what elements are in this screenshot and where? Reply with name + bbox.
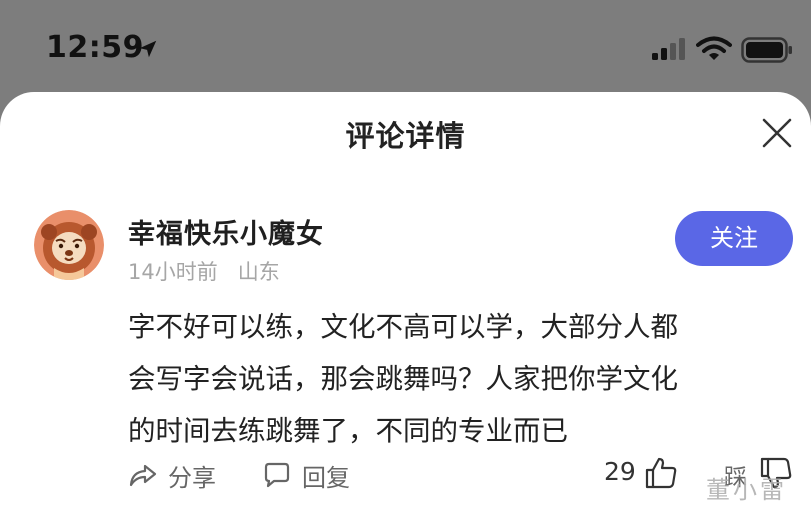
comment-time: 14小时前 [128,260,218,284]
like-count: 29 [604,457,636,486]
comment-icon [264,462,290,488]
sheet-title: 评论详情 [345,119,466,153]
status-time: 12:59 [46,30,144,65]
status-bar: 12:59 [0,0,811,92]
comment-text: 字不好可以练，文化不高可以学，大部分人都 会写字会说话，那会跳舞吗？人家把你学文… [128,301,798,457]
signal-icon [652,38,685,60]
comment-meta: 14小时前 山东 [128,256,280,286]
share-icon [129,464,157,487]
wifi-icon [696,36,732,60]
close-icon[interactable] [757,113,797,153]
comment-text-line: 字不好可以练，文化不高可以学，大部分人都 [128,311,678,343]
comment-location: 山东 [237,260,280,284]
comment-username[interactable]: 幸福快乐小魔女 [128,212,324,251]
reply-button[interactable]: 回复 [262,456,350,494]
share-button[interactable]: 分享 [128,456,216,494]
location-arrow-icon [139,40,157,58]
watermark: 董小雷 [706,476,787,504]
comment-text-line: 会写字会说话，那会跳舞吗？人家把你学文化 [128,363,678,395]
follow-button[interactable]: 关注 [675,211,793,266]
avatar[interactable] [34,210,104,280]
thumbs-up-icon[interactable] [644,456,678,490]
battery-icon [741,37,792,63]
comment-text-line: 的时间去练跳舞了，不同的专业而已 [128,415,568,447]
reply-label: 回复 [302,463,350,492]
share-label: 分享 [168,463,216,492]
